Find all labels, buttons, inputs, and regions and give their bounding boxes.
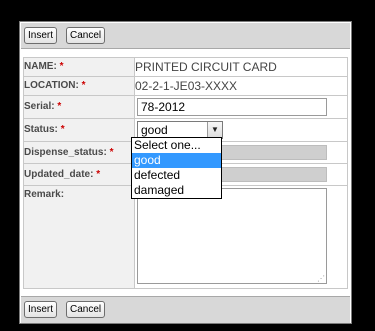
dispense-status-label-text: Dispense_status: (24, 147, 107, 158)
serial-label-text: Serial: (24, 101, 55, 112)
serial-label: Serial: * (23, 95, 135, 119)
bottom-toolbar: Insert Cancel (21, 296, 350, 323)
updated-date-label: Updated_date: * (23, 163, 135, 186)
required-marker: * (81, 80, 86, 91)
required-marker: * (96, 169, 101, 180)
remark-textarea[interactable]: ⋰ (137, 188, 327, 284)
updated-date-label-text: Updated_date: (24, 169, 94, 180)
dispense-status-label: Dispense_status: * (23, 141, 135, 164)
required-marker: * (57, 101, 62, 112)
form-row-remark: Remark: ⋰ (23, 185, 348, 289)
status-label: Status: * (23, 118, 135, 142)
status-dropdown-list: Select one... good defected damaged (131, 137, 222, 199)
cancel-button-top[interactable]: Cancel (66, 27, 106, 44)
serial-input[interactable]: 78-2012 (137, 98, 327, 116)
name-label-text: NAME: (24, 61, 57, 72)
serial-cell: 78-2012 (134, 95, 348, 119)
name-label: NAME: * (23, 57, 135, 77)
status-label-text: Status: (24, 124, 58, 135)
required-marker: * (60, 124, 65, 135)
insert-button-top[interactable]: Insert (24, 27, 58, 44)
resize-grip-icon[interactable]: ⋰ (317, 275, 325, 283)
required-marker: * (109, 147, 114, 158)
name-value: PRINTED CIRCUIT CARD (134, 57, 348, 77)
cancel-button-bottom[interactable]: Cancel (66, 301, 106, 318)
form-row-name: NAME: * PRINTED CIRCUIT CARD (23, 57, 348, 77)
chevron-down-icon[interactable]: ▼ (207, 122, 222, 138)
insert-button-bottom[interactable]: Insert (24, 301, 58, 318)
status-option-defected[interactable]: defected (132, 168, 221, 183)
location-label: LOCATION: * (23, 76, 135, 96)
form-row-serial: Serial: * 78-2012 (23, 95, 348, 119)
status-option-select-one[interactable]: Select one... (132, 138, 221, 153)
location-label-text: LOCATION: (24, 80, 79, 91)
required-marker: * (59, 61, 64, 72)
status-option-damaged[interactable]: damaged (132, 183, 221, 198)
top-toolbar: Insert Cancel (21, 23, 350, 49)
status-select-value: good (141, 123, 168, 137)
form-row-location: LOCATION: * 02-2-1-JE03-XXXX (23, 76, 348, 96)
status-option-good[interactable]: good (132, 153, 221, 168)
remark-cell: ⋰ (134, 185, 348, 289)
screen-background: Insert Cancel NAME: * PRINTED CIRCUIT CA… (0, 0, 375, 331)
remark-label: Remark: (23, 185, 135, 289)
location-value: 02-2-1-JE03-XXXX (134, 76, 348, 96)
